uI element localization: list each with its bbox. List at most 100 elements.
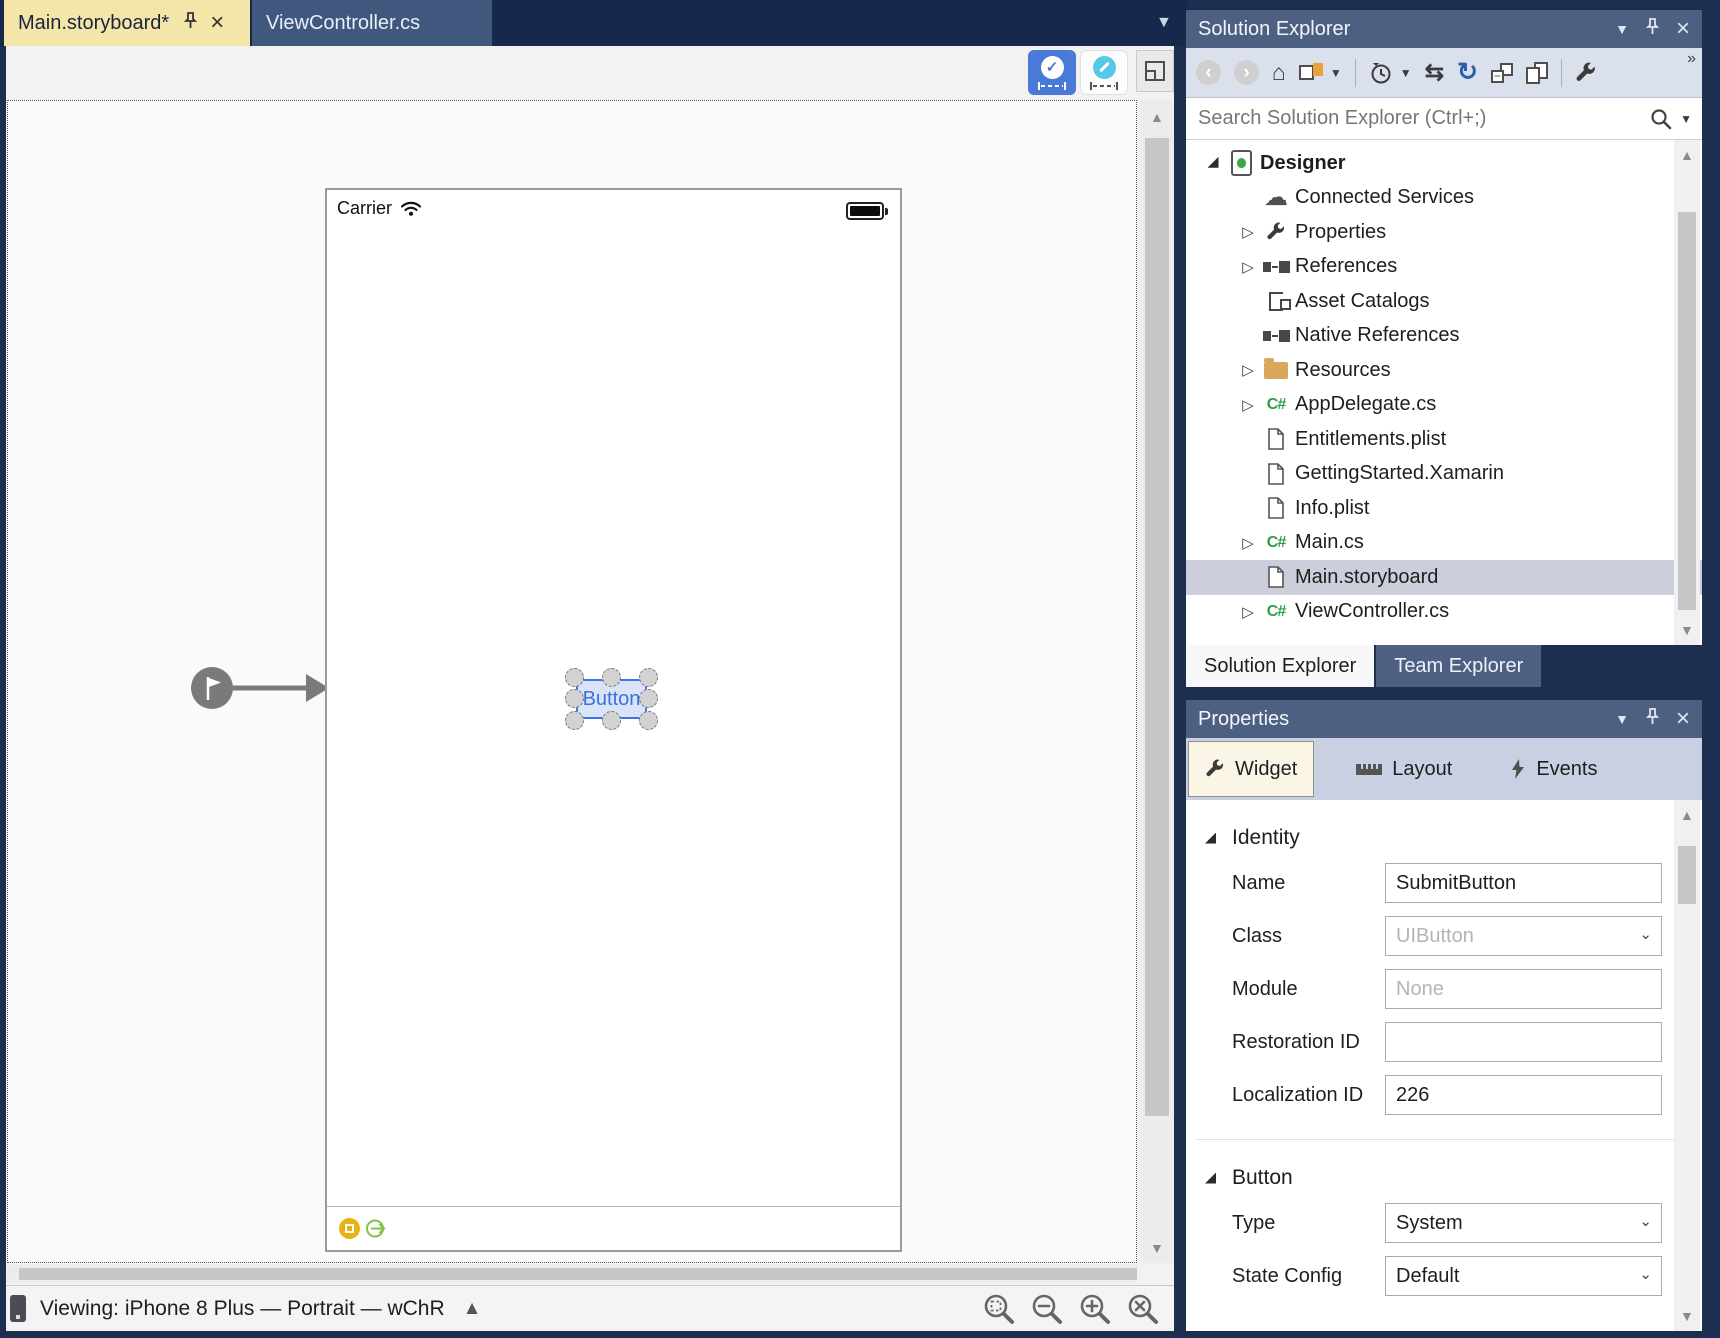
pending-changes-filter-icon[interactable]	[1369, 61, 1393, 85]
expand-caret-icon[interactable]: ▷	[1237, 396, 1259, 414]
zoom-fit-icon[interactable]	[982, 1292, 1016, 1326]
module-input[interactable]	[1385, 969, 1662, 1009]
split-view-button[interactable]	[1136, 50, 1174, 92]
sync-icon[interactable]: ⇆	[1425, 61, 1444, 84]
expand-caret-icon[interactable]: ▷	[1237, 258, 1259, 276]
pin-icon[interactable]	[1645, 707, 1660, 731]
zoom-actual-size-icon[interactable]	[1126, 1292, 1160, 1326]
window-position-icon[interactable]: ▼	[1615, 711, 1629, 727]
restoration-id-input[interactable]	[1385, 1022, 1662, 1062]
constraints-check-button[interactable]: ✓	[1028, 50, 1076, 95]
class-combo[interactable]	[1385, 916, 1662, 956]
show-all-files-icon[interactable]	[1525, 61, 1548, 84]
scroll-down-icon[interactable]: ▼	[1680, 1309, 1694, 1323]
constraints-edit-button[interactable]	[1080, 50, 1128, 95]
expand-caret-icon[interactable]: ▷	[1237, 534, 1259, 552]
scroll-up-icon[interactable]: ▲	[1150, 110, 1164, 124]
device-popup-caret-icon[interactable]: ▲	[463, 1298, 482, 1320]
tab-widget[interactable]: Widget	[1188, 741, 1315, 797]
tree-item-viewcontroller[interactable]: ▷ C# ViewController.cs	[1186, 595, 1702, 630]
tab-list-chevron-icon[interactable]: ▼	[1156, 14, 1172, 32]
toolbar-overflow-icon[interactable]: »	[1687, 50, 1696, 68]
properties-scrollbar[interactable]: ▲ ▼	[1674, 800, 1700, 1331]
pin-icon[interactable]	[1645, 17, 1660, 41]
scroll-up-icon[interactable]: ▲	[1680, 808, 1694, 822]
tab-team-explorer[interactable]: Team Explorer	[1376, 645, 1542, 687]
chevron-down-icon[interactable]: ▼	[1330, 66, 1342, 80]
state-config-combo[interactable]	[1385, 1256, 1662, 1296]
resize-handle-se[interactable]	[639, 711, 658, 730]
solution-explorer-header[interactable]: Solution Explorer ▼ ×	[1186, 10, 1702, 48]
resize-handle-n[interactable]	[602, 668, 621, 687]
close-icon[interactable]: ×	[1676, 707, 1690, 731]
tree-item-asset-catalogs[interactable]: Asset Catalogs	[1186, 284, 1702, 319]
tree-item-gettingstarted[interactable]: GettingStarted.Xamarin	[1186, 457, 1702, 492]
home-icon[interactable]: ⌂	[1272, 61, 1286, 84]
chevron-down-icon[interactable]: ▼	[1400, 66, 1412, 80]
view-controller-badge-icon[interactable]	[339, 1218, 360, 1239]
designer-vertical-scrollbar[interactable]: ▲ ▼	[1140, 100, 1174, 1263]
tab-solution-explorer[interactable]: Solution Explorer	[1186, 645, 1375, 687]
search-icon[interactable]	[1650, 108, 1672, 130]
iphone-canvas[interactable]: Carrier Button	[325, 188, 902, 1252]
chevron-down-icon[interactable]: ▼	[1680, 112, 1692, 126]
scroll-down-icon[interactable]: ▼	[1150, 1241, 1164, 1255]
identity-section-header[interactable]: Identity	[1205, 826, 1702, 850]
scroll-down-icon[interactable]: ▼	[1680, 623, 1694, 637]
collapse-caret-icon[interactable]	[1205, 832, 1216, 844]
pin-icon[interactable]	[183, 11, 198, 35]
resize-handle-sw[interactable]	[565, 711, 584, 730]
tree-item-properties[interactable]: ▷ Properties	[1186, 215, 1702, 250]
tab-events[interactable]: Events	[1494, 741, 1613, 797]
tree-item-resources[interactable]: ▷ Resources	[1186, 353, 1702, 388]
tree-item-maincs[interactable]: ▷ C# Main.cs	[1186, 526, 1702, 561]
zoom-out-icon[interactable]	[1030, 1292, 1064, 1326]
type-combo[interactable]	[1385, 1203, 1662, 1243]
window-position-icon[interactable]: ▼	[1615, 21, 1629, 37]
tree-item-mainstoryboard[interactable]: Main.storyboard	[1186, 560, 1702, 595]
tab-layout[interactable]: Layout	[1340, 741, 1468, 797]
tree-item-designer[interactable]: Designer	[1186, 146, 1702, 181]
collapse-caret-icon[interactable]	[1202, 155, 1224, 172]
button-section-header[interactable]: Button	[1205, 1166, 1702, 1190]
collapse-all-icon[interactable]: −	[1490, 62, 1513, 83]
initial-view-controller-arrow[interactable]	[186, 661, 336, 717]
tree-item-entitlements[interactable]: Entitlements.plist	[1186, 422, 1702, 457]
search-input[interactable]	[1196, 106, 1651, 131]
tree-item-native-references[interactable]: Native References	[1186, 319, 1702, 354]
tree-scrollbar[interactable]: ▲ ▼	[1674, 140, 1700, 645]
scrollbar-thumb[interactable]	[1145, 138, 1169, 1116]
properties-header[interactable]: Properties ▼ ×	[1186, 700, 1702, 738]
uibutton-selection[interactable]: Button	[565, 668, 658, 730]
switch-views-icon[interactable]	[1298, 62, 1323, 83]
expand-caret-icon[interactable]: ▷	[1237, 603, 1259, 621]
expand-caret-icon[interactable]: ▷	[1237, 361, 1259, 379]
scrollbar-thumb[interactable]	[19, 1268, 1137, 1280]
scrollbar-thumb[interactable]	[1678, 846, 1696, 904]
designer-horizontal-scrollbar[interactable]	[7, 1265, 1137, 1283]
name-input[interactable]	[1385, 863, 1662, 903]
tab-viewcontroller[interactable]: ViewController.cs	[252, 0, 492, 46]
expand-caret-icon[interactable]: ▷	[1237, 223, 1259, 241]
resize-handle-w[interactable]	[565, 689, 584, 708]
scrollbar-thumb[interactable]	[1678, 212, 1696, 610]
properties-wrench-icon[interactable]	[1575, 62, 1597, 84]
refresh-icon[interactable]: ↻	[1457, 60, 1478, 85]
resize-handle-ne[interactable]	[639, 668, 658, 687]
back-icon[interactable]: ‹	[1196, 60, 1221, 85]
resize-handle-e[interactable]	[639, 689, 658, 708]
localization-id-input[interactable]	[1385, 1075, 1662, 1115]
zoom-in-icon[interactable]	[1078, 1292, 1112, 1326]
tab-main-storyboard[interactable]: Main.storyboard* ×	[4, 0, 250, 46]
resize-handle-s[interactable]	[602, 711, 621, 730]
exit-segue-icon[interactable]	[365, 1218, 389, 1239]
collapse-caret-icon[interactable]	[1205, 1172, 1216, 1184]
tree-item-appdelegate[interactable]: ▷ C# AppDelegate.cs	[1186, 388, 1702, 423]
forward-icon[interactable]: ›	[1234, 60, 1259, 85]
scroll-up-icon[interactable]: ▲	[1680, 148, 1694, 162]
close-icon[interactable]: ×	[1676, 17, 1690, 41]
tree-item-connected-services[interactable]: ☁ Connected Services	[1186, 181, 1702, 216]
tree-item-references[interactable]: ▷ References	[1186, 250, 1702, 285]
resize-handle-nw[interactable]	[565, 668, 584, 687]
tree-item-infoplist[interactable]: Info.plist	[1186, 491, 1702, 526]
